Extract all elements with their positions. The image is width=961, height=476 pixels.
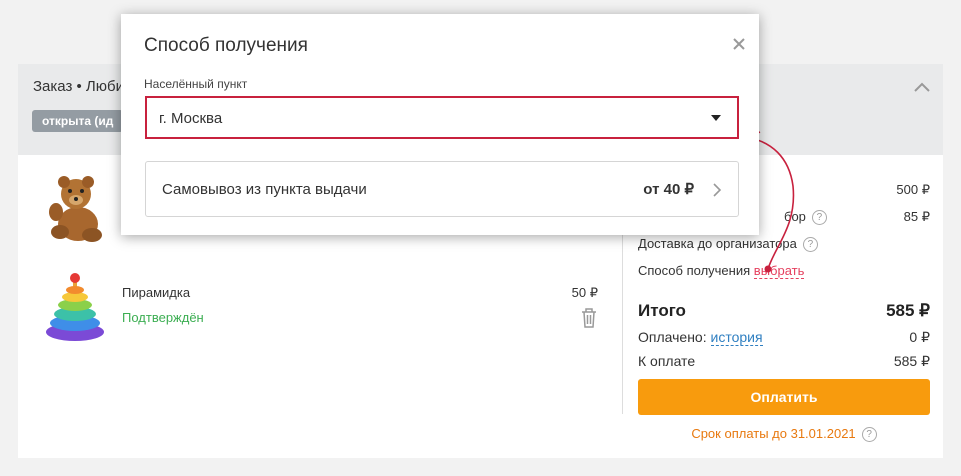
payment-deadline: Срок оплаты до 31.01.2021? [638,426,930,442]
pyramid-toy-image [46,273,104,341]
modal-title: Способ получения [144,35,308,56]
summary-row-due: К оплате 585 ₽ [638,353,930,369]
history-link[interactable]: история [710,329,763,346]
delivery-method-modal: Способ получения Населённый пункт г. Мос… [121,14,759,235]
pay-button[interactable]: Оплатить [638,379,930,415]
order-title: Заказ • Люби [33,78,124,95]
city-select-value: г. Москва [159,110,223,127]
question-icon[interactable]: ? [811,210,827,225]
city-field-label: Населённый пункт [144,77,248,91]
city-select[interactable]: г. Москва [145,96,739,139]
list-item: Пирамидка Подтверждён 50 ₽ [18,269,618,349]
pickup-option[interactable]: Самовывоз из пункта выдачи от 40 ₽ [145,161,739,217]
summary-row-paid: Оплачено: история 0 ₽ [638,329,930,346]
caret-down-icon [711,115,721,121]
chevron-up-icon[interactable] [911,77,933,99]
summary-row-total: Итого 585 ₽ [638,301,930,320]
teddy-bear-image [49,176,102,242]
question-icon[interactable]: ? [861,427,877,442]
pickup-option-label: Самовывоз из пункта выдачи [162,181,367,198]
pickup-option-price: от 40 ₽ [643,181,694,198]
chevron-right-icon [713,183,722,197]
product-name[interactable]: Пирамидка [122,285,190,300]
product-status: Подтверждён [122,310,204,325]
product-price: 50 ₽ [571,285,598,300]
question-icon[interactable]: ? [802,237,818,252]
close-icon[interactable] [731,36,747,52]
status-badge: открыта (ид [32,110,124,132]
trash-icon[interactable] [580,307,598,329]
